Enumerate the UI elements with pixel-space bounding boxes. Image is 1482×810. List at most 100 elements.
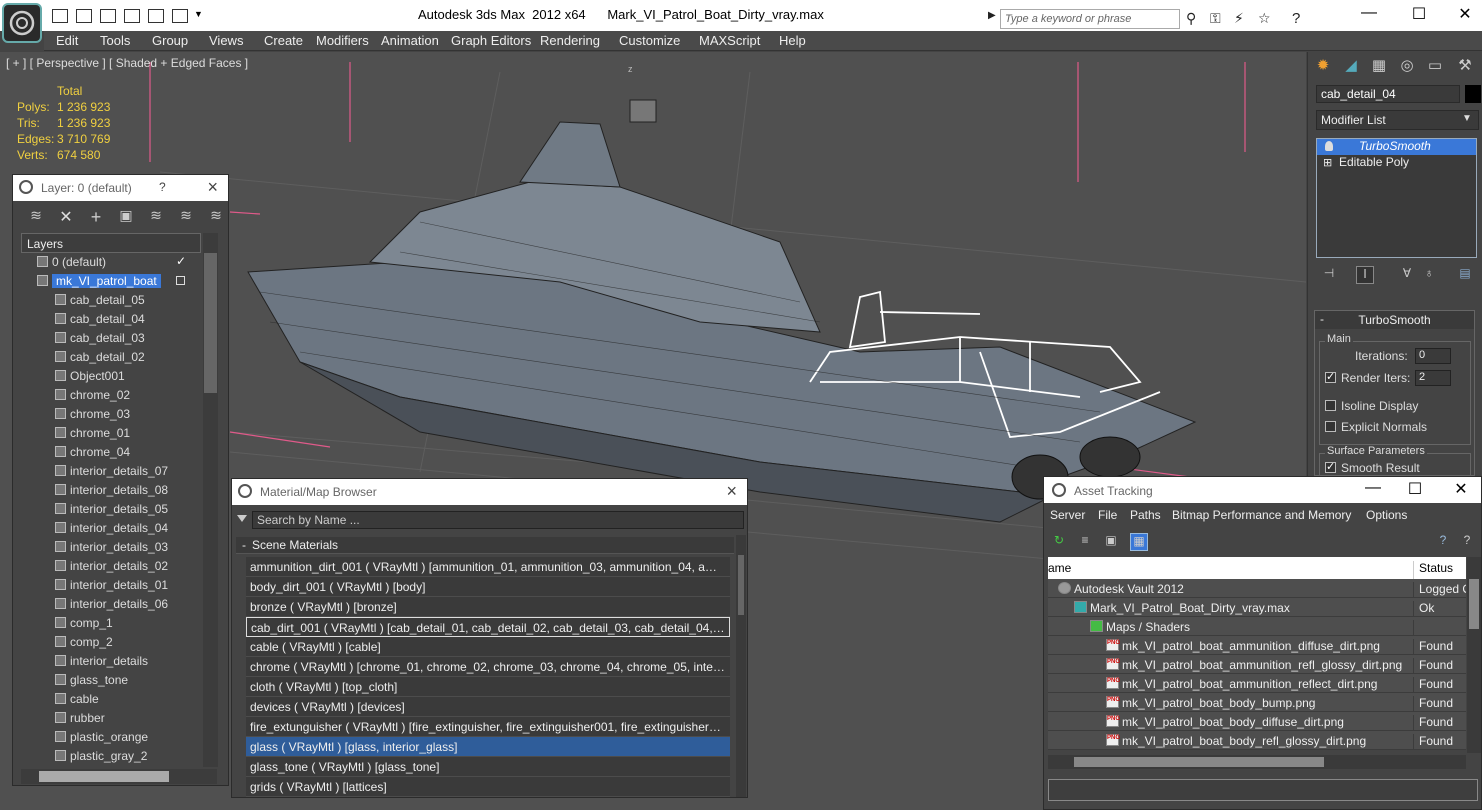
current-layer-check-icon[interactable]: ✓ [176,254,186,268]
layer-row[interactable]: plastic_orange [21,728,201,747]
minimize-button[interactable]: — [1358,479,1388,497]
collapse-icon[interactable]: - [1320,312,1324,326]
scene-materials-group[interactable]: - Scene Materials [236,537,734,554]
layer-row[interactable]: cable [21,690,201,709]
asset-row[interactable]: PNG mk_VI_patrol_boat_ammunition_refl_glo… [1048,655,1466,674]
stack-item-turbosmooth[interactable]: TurboSmooth [1317,139,1476,155]
rollout-header[interactable]: - TurboSmooth [1315,311,1474,329]
expand-plus-icon[interactable]: ⊞ [1323,156,1332,169]
layer-row[interactable]: interior_details_03 [21,538,201,557]
layer-row[interactable]: mk_VI_patrol_boat [21,272,201,291]
binoculars-icon[interactable]: ⚲ [1186,10,1196,27]
layer-row[interactable]: cab_detail_03 [21,329,201,348]
menu-animation[interactable]: Animation [381,33,439,48]
column-status-header[interactable]: Status [1413,561,1466,579]
layer-row[interactable]: 0 (default) ✓ [21,253,201,272]
material-row[interactable]: glass ( VRayMtl ) [glass, interior_glass… [246,737,730,757]
material-row[interactable]: glass_tone ( VRayMtl ) [glass_tone] [246,757,730,777]
menu-customize[interactable]: Customize [619,33,680,48]
redo-icon[interactable] [124,9,140,23]
table-view-icon[interactable]: ▦ [1130,533,1148,551]
asset-menu-server[interactable]: Server [1050,508,1085,522]
asset-menu-options[interactable]: Options [1366,508,1407,522]
asset-row[interactable]: Maps / Shaders [1048,617,1466,636]
set-current-icon[interactable] [176,276,185,285]
layer-row[interactable]: interior_details_07 [21,462,201,481]
material-row[interactable]: grids ( VRayMtl ) [lattices] [246,777,730,797]
quick-access-dropdown-icon[interactable]: ▼ [194,9,204,23]
render-iters-spinner[interactable]: 2 [1415,370,1451,386]
layer-row[interactable]: interior_details_08 [21,481,201,500]
asset-row[interactable]: PNG mk_VI_patrol_boat_body_refl_glossy_di… [1048,731,1466,750]
layer-row[interactable]: interior_details_02 [21,557,201,576]
show-end-result-icon[interactable]: Ⅰ [1356,266,1374,284]
layers-column-header[interactable]: Layers [21,233,201,253]
material-row[interactable]: fire_extunguisher ( VRayMtl ) [fire_exti… [246,717,730,737]
favorites-star-icon[interactable]: ☆ [1258,10,1271,27]
material-search-input[interactable]: Search by Name ... [252,511,744,529]
menu-group[interactable]: Group [152,33,188,48]
modifier-list-dropdown[interactable]: Modifier List ▼ [1316,110,1479,130]
layer-row[interactable]: plastic_gray_2 [21,747,201,766]
layer-row[interactable]: cab_detail_02 [21,348,201,367]
asset-menu-bitmap[interactable]: Bitmap Performance and Memory [1172,508,1351,522]
asset-row[interactable]: PNG mk_VI_patrol_boat_ammunition_reflect_… [1048,674,1466,693]
options-help-icon[interactable]: ? [1458,533,1476,551]
isoline-option[interactable]: Isoline Display [1325,399,1418,413]
menu-graph-editors[interactable]: Graph Editors [451,33,531,48]
material-row[interactable]: cab_dirt_001 ( VRayMtl ) [cab_detail_01,… [246,617,730,637]
menu-modifiers[interactable]: Modifiers [316,33,369,48]
hierarchy-tab-icon[interactable]: ▦ [1368,56,1390,78]
expand-arrow-icon[interactable]: ▶ [988,10,996,21]
material-row[interactable]: cable ( VRayMtl ) [cable] [246,637,730,657]
smooth-result-option[interactable]: Smooth Result [1325,460,1420,475]
material-row[interactable]: chrome ( VRayMtl ) [chrome_01, chrome_02… [246,657,730,677]
render-iters-checkbox[interactable] [1325,370,1336,383]
layer-row[interactable]: chrome_01 [21,424,201,443]
hide-all-icon[interactable]: ≋ [177,207,195,225]
close-button[interactable]: ✕ [1450,4,1480,24]
stack-item-editable-poly[interactable]: ⊞ Editable Poly [1317,155,1476,171]
open-file-icon[interactable] [52,9,68,23]
layer-row[interactable]: Object001 [21,367,201,386]
make-unique-icon[interactable]: ∀ [1398,266,1416,284]
remove-modifier-icon[interactable]: ♁ [1420,266,1438,284]
menu-edit[interactable]: Edit [56,33,78,48]
asset-horizontal-scrollbar[interactable] [1048,755,1466,769]
viewport-label[interactable]: [ + ] [ Perspective ] [ Shaded + Edged F… [6,56,248,70]
fetch-icon[interactable] [172,9,188,23]
menu-rendering[interactable]: Rendering [540,33,600,48]
menu-maxscript[interactable]: MAXScript [699,33,760,48]
material-row[interactable]: cloth ( VRayMtl ) [top_cloth] [246,677,730,697]
column-name-header[interactable]: ame [1048,561,1071,575]
new-layer-icon[interactable]: ≋ [27,207,45,225]
motion-tab-icon[interactable]: ◎ [1396,56,1418,78]
object-name-field[interactable]: cab_detail_04 [1316,85,1460,103]
subscription-icon[interactable]: ⚡ [1234,10,1244,27]
close-icon[interactable]: × [207,177,218,198]
smooth-result-checkbox[interactable] [1325,460,1336,473]
help-icon[interactable]: ? [159,180,166,194]
asset-row[interactable]: Mark_VI_Patrol_Boat_Dirty_vray.max Ok [1048,598,1466,617]
asset-menu-paths[interactable]: Paths [1130,508,1161,522]
freeze-all-icon[interactable]: ≋ [207,207,225,225]
display-tab-icon[interactable]: ▭ [1424,56,1446,78]
utilities-tab-icon[interactable]: ⚒ [1454,56,1476,78]
help-icon[interactable]: ? [1292,10,1300,27]
material-browser-titlebar[interactable]: Material/Map Browser × [232,479,747,505]
iterations-spinner[interactable]: 0 [1415,348,1451,364]
options-dropdown-icon[interactable] [237,515,247,522]
material-row[interactable]: body_dirt_001 ( VRayMtl ) [body] [246,577,730,597]
layer-row[interactable]: interior_details_06 [21,595,201,614]
layer-row[interactable]: rubber [21,709,201,728]
create-tab-icon[interactable]: ✹ [1312,56,1334,78]
close-button[interactable]: ✕ [1446,479,1476,499]
material-scrollbar[interactable] [736,535,746,797]
layer-row[interactable]: chrome_02 [21,386,201,405]
menu-views[interactable]: Views [209,33,243,48]
layer-vertical-scrollbar[interactable] [203,233,218,767]
asset-row[interactable]: PNG mk_VI_patrol_boat_ammunition_diffuse_… [1048,636,1466,655]
refresh-icon[interactable]: ↻ [1050,533,1068,551]
layer-row[interactable]: cab_detail_04 [21,310,201,329]
asset-tracking-titlebar[interactable]: Asset Tracking — ☐ ✕ [1044,477,1481,503]
